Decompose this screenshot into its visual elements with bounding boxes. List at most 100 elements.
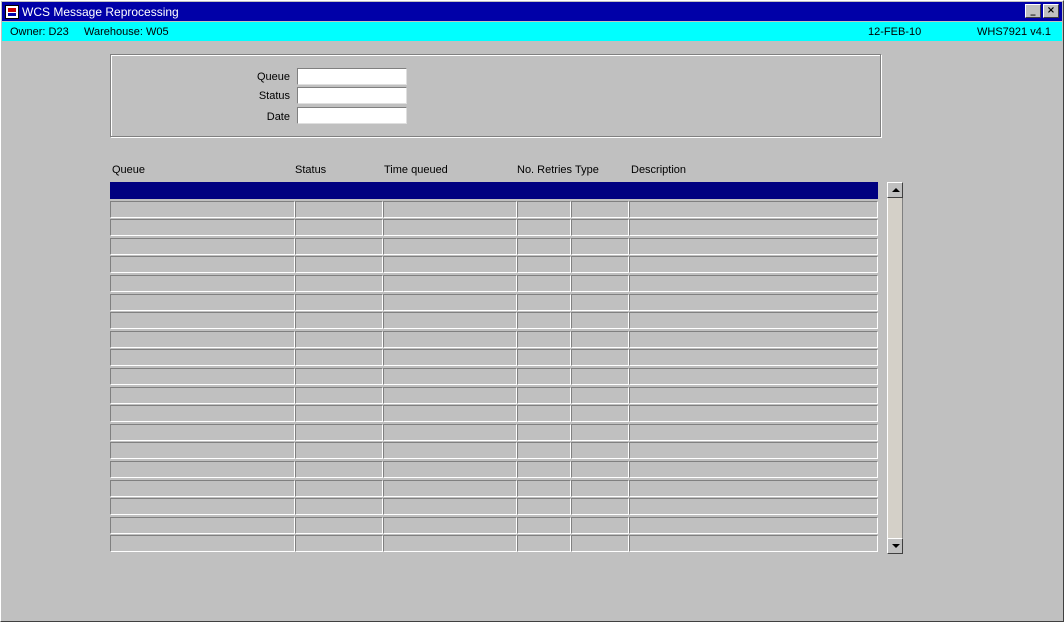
cell-type[interactable] [571, 312, 629, 329]
cell-description[interactable] [629, 312, 878, 329]
cell-retries[interactable] [517, 442, 571, 459]
cell-type[interactable] [571, 480, 629, 497]
cell-retries[interactable] [517, 294, 571, 311]
cell-retries[interactable] [517, 535, 571, 552]
cell-description[interactable] [629, 219, 878, 236]
cell-retries[interactable] [517, 349, 571, 366]
cell-type[interactable] [571, 275, 629, 292]
cell-description[interactable] [629, 331, 878, 348]
cell-type[interactable] [571, 461, 629, 478]
cell-retries[interactable] [517, 517, 571, 534]
cell-queue[interactable] [110, 368, 295, 385]
cell-queue[interactable] [110, 331, 295, 348]
cell-type[interactable] [571, 535, 629, 552]
cell-time-queued[interactable] [383, 368, 517, 385]
cell-retries[interactable] [517, 480, 571, 497]
cell-status[interactable] [295, 219, 383, 236]
cell-status[interactable] [295, 517, 383, 534]
cell-description[interactable] [629, 238, 878, 255]
cell-status[interactable] [295, 182, 383, 199]
cell-time-queued[interactable] [383, 461, 517, 478]
cell-description[interactable] [629, 368, 878, 385]
cell-type[interactable] [571, 182, 629, 199]
cell-description[interactable] [629, 442, 878, 459]
date-input[interactable] [297, 107, 407, 124]
cell-status[interactable] [295, 331, 383, 348]
cell-type[interactable] [571, 201, 629, 218]
cell-status[interactable] [295, 275, 383, 292]
cell-retries[interactable] [517, 387, 571, 404]
cell-queue[interactable] [110, 219, 295, 236]
cell-retries[interactable] [517, 219, 571, 236]
cell-queue[interactable] [110, 517, 295, 534]
cell-queue[interactable] [110, 349, 295, 366]
cell-queue[interactable] [110, 201, 295, 218]
cell-type[interactable] [571, 442, 629, 459]
cell-retries[interactable] [517, 182, 571, 199]
scroll-up-button[interactable] [887, 182, 903, 198]
cell-description[interactable] [629, 405, 878, 422]
cell-status[interactable] [295, 498, 383, 515]
cell-type[interactable] [571, 294, 629, 311]
cell-queue[interactable] [110, 442, 295, 459]
cell-retries[interactable] [517, 424, 571, 441]
cell-status[interactable] [295, 294, 383, 311]
cell-status[interactable] [295, 442, 383, 459]
cell-time-queued[interactable] [383, 480, 517, 497]
cell-time-queued[interactable] [383, 535, 517, 552]
scroll-track[interactable] [887, 198, 903, 538]
cell-description[interactable] [629, 461, 878, 478]
cell-type[interactable] [571, 331, 629, 348]
cell-status[interactable] [295, 461, 383, 478]
cell-time-queued[interactable] [383, 442, 517, 459]
cell-queue[interactable] [110, 461, 295, 478]
cell-retries[interactable] [517, 498, 571, 515]
cell-time-queued[interactable] [383, 387, 517, 404]
scroll-down-button[interactable] [887, 538, 903, 554]
cell-status[interactable] [295, 312, 383, 329]
cell-type[interactable] [571, 405, 629, 422]
cell-time-queued[interactable] [383, 182, 517, 199]
cell-retries[interactable] [517, 331, 571, 348]
cell-queue[interactable] [110, 238, 295, 255]
cell-queue[interactable] [110, 405, 295, 422]
cell-status[interactable] [295, 256, 383, 273]
cell-description[interactable] [629, 349, 878, 366]
cell-queue[interactable] [110, 294, 295, 311]
cell-type[interactable] [571, 256, 629, 273]
cell-description[interactable] [629, 275, 878, 292]
cell-status[interactable] [295, 405, 383, 422]
cell-type[interactable] [571, 424, 629, 441]
cell-type[interactable] [571, 368, 629, 385]
cell-description[interactable] [629, 182, 878, 199]
cell-description[interactable] [629, 294, 878, 311]
cell-time-queued[interactable] [383, 294, 517, 311]
cell-time-queued[interactable] [383, 517, 517, 534]
cell-type[interactable] [571, 498, 629, 515]
cell-status[interactable] [295, 349, 383, 366]
cell-status[interactable] [295, 201, 383, 218]
cell-description[interactable] [629, 424, 878, 441]
cell-status[interactable] [295, 238, 383, 255]
cell-description[interactable] [629, 535, 878, 552]
cell-retries[interactable] [517, 405, 571, 422]
cell-time-queued[interactable] [383, 331, 517, 348]
cell-time-queued[interactable] [383, 349, 517, 366]
cell-retries[interactable] [517, 461, 571, 478]
cell-description[interactable] [629, 517, 878, 534]
cell-queue[interactable] [110, 535, 295, 552]
cell-status[interactable] [295, 368, 383, 385]
cell-queue[interactable] [110, 275, 295, 292]
app-icon[interactable] [5, 4, 19, 19]
cell-time-queued[interactable] [383, 201, 517, 218]
cell-description[interactable] [629, 256, 878, 273]
cell-type[interactable] [571, 349, 629, 366]
cell-type[interactable] [571, 238, 629, 255]
cell-status[interactable] [295, 387, 383, 404]
cell-queue[interactable] [110, 387, 295, 404]
grid-scrollbar[interactable] [887, 182, 903, 554]
minimize-button[interactable]: _ [1025, 4, 1041, 18]
cell-time-queued[interactable] [383, 424, 517, 441]
cell-retries[interactable] [517, 201, 571, 218]
close-button[interactable]: × [1043, 4, 1059, 18]
